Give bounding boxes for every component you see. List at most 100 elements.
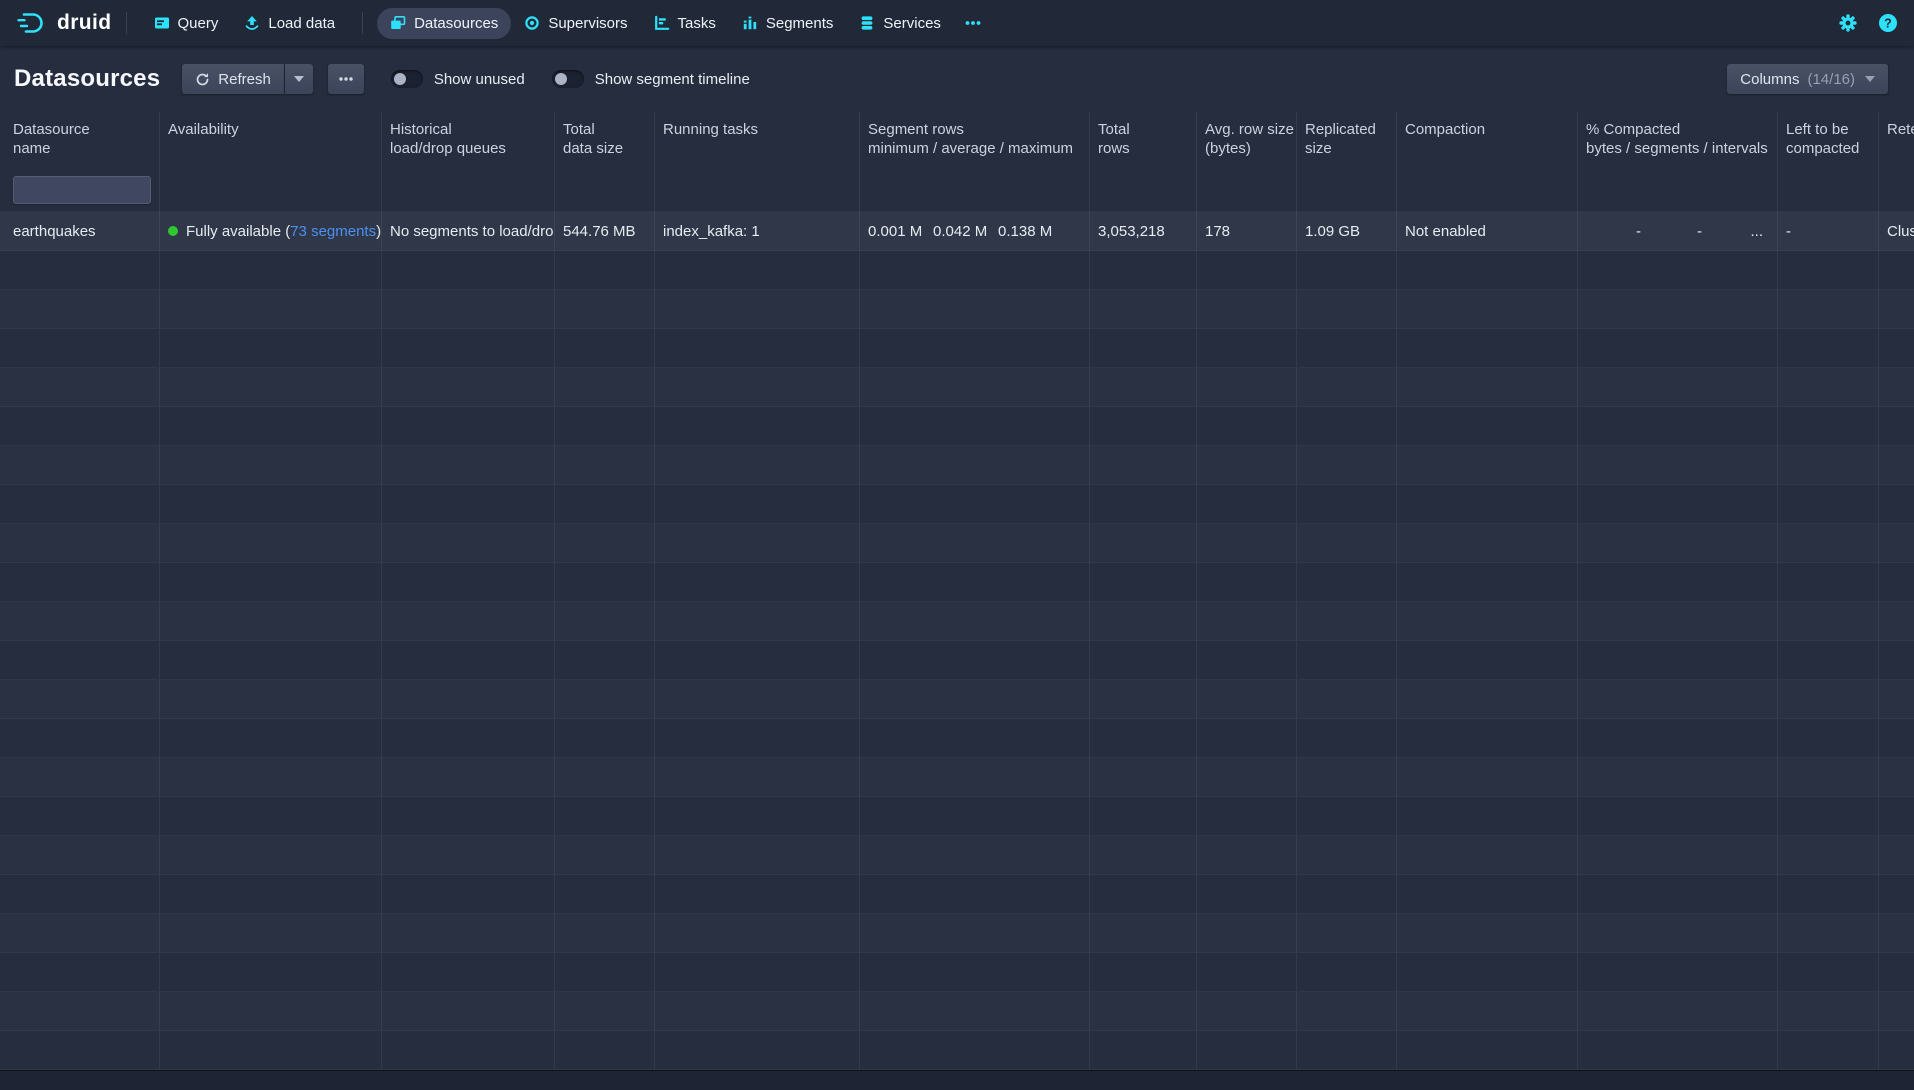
column-header-compacted-bytes-segments-intervals[interactable]: % Compactedbytes / segments / intervals (1578, 112, 1778, 168)
segments-link[interactable]: 73 segments (290, 223, 376, 240)
empty-cell (160, 446, 382, 484)
cell-total-data-size: 544.76 MB (555, 212, 655, 250)
cell-load-drop-queues: No segments to load/drop (382, 212, 555, 250)
empty-cell (555, 368, 655, 406)
refresh-button-group: Refresh (182, 64, 313, 94)
empty-cell (1578, 680, 1778, 718)
nav-item-query[interactable]: Query (141, 8, 232, 39)
nav-item-label: Segments (766, 15, 834, 32)
empty-cell (1778, 251, 1879, 289)
empty-cell (1879, 914, 1914, 952)
column-header-segment-rows-minimum-average-maximum[interactable]: Segment rowsminimum / average / maximum (860, 112, 1090, 168)
availability-status-icon (168, 226, 178, 236)
column-header-avg-row-size-bytes[interactable]: Avg. row size(bytes) (1197, 112, 1297, 168)
columns-dropdown-button[interactable]: Columns (14/16) (1727, 64, 1888, 94)
column-header-total-data-size[interactable]: Totaldata size (555, 112, 655, 168)
empty-cell (1197, 368, 1297, 406)
nav-item-supervisors[interactable]: Supervisors (511, 8, 640, 39)
empty-cell (1090, 719, 1197, 757)
empty-cell (1397, 329, 1578, 367)
empty-cell (1578, 563, 1778, 601)
empty-table-row (0, 641, 1914, 680)
column-header-total-rows[interactable]: Totalrows (1090, 112, 1197, 168)
nav-item-tasks[interactable]: Tasks (641, 8, 729, 39)
empty-cell (1297, 953, 1397, 991)
empty-cell (860, 329, 1090, 367)
column-header-left-to-be-compacted[interactable]: Left to becompacted (1778, 112, 1879, 168)
empty-cell (0, 563, 160, 601)
column-header-replicated-size[interactable]: Replicatedsize (1297, 112, 1397, 168)
nav-item-load-data[interactable]: Load data (231, 8, 348, 39)
help-button[interactable]: ? (1878, 13, 1898, 33)
empty-cell (1578, 641, 1778, 679)
column-header-running-tasks[interactable]: Running tasks (655, 112, 860, 168)
empty-cell (555, 641, 655, 679)
top-navigation: druid Query Load data Datasources (0, 0, 1914, 46)
empty-cell (1297, 641, 1397, 679)
nav-item-segments[interactable]: Segments (729, 8, 847, 39)
filter-cell-total-rows (1090, 168, 1197, 212)
empty-cell (860, 1031, 1090, 1069)
more-horizontal-icon (964, 15, 982, 31)
view-toolbar: Datasources Refresh Show unused Show s (0, 46, 1914, 112)
empty-cell (382, 953, 555, 991)
empty-cell (655, 602, 860, 640)
empty-cell (1197, 641, 1297, 679)
empty-cell (1197, 329, 1297, 367)
empty-table-row (0, 875, 1914, 914)
empty-cell (0, 446, 160, 484)
empty-cell (160, 875, 382, 913)
empty-cell (860, 368, 1090, 406)
show-segment-timeline-toggle[interactable]: Show segment timeline (552, 70, 750, 88)
more-actions-button[interactable] (328, 64, 364, 94)
table-row-earthquakes[interactable]: earthquakes Fully available (73 segments… (0, 212, 1914, 251)
filter-cell-avg-row-size-bytes (1197, 168, 1297, 212)
empty-cell (1090, 875, 1197, 913)
show-unused-toggle[interactable]: Show unused (391, 70, 525, 88)
nav-item-services[interactable]: Services (846, 8, 954, 39)
nav-more-button[interactable] (954, 8, 992, 38)
cell-availability: Fully available (73 segments) (160, 212, 382, 250)
settings-button[interactable] (1838, 13, 1858, 33)
empty-cell (1297, 914, 1397, 952)
empty-cell (1297, 446, 1397, 484)
refresh-button[interactable]: Refresh (182, 64, 284, 94)
empty-cell (860, 290, 1090, 328)
datasource-filter-input[interactable] (13, 176, 151, 204)
datasources-icon (390, 15, 406, 31)
column-header-availability[interactable]: Availability (160, 112, 382, 168)
druid-logo[interactable]: druid (16, 10, 112, 36)
empty-cell (1778, 797, 1879, 835)
column-header-retention[interactable]: Retention (1879, 112, 1914, 168)
empty-cell (1297, 1031, 1397, 1069)
empty-cell (860, 914, 1090, 952)
refresh-interval-dropdown[interactable] (285, 64, 313, 94)
column-header-datasource-name[interactable]: Datasourcename (0, 112, 160, 168)
empty-cell (1297, 563, 1397, 601)
empty-cell (1578, 368, 1778, 406)
columns-label: Columns (1740, 71, 1799, 88)
column-header-historical-load-drop-queues[interactable]: Historicalload/drop queues (382, 112, 555, 168)
empty-cell (160, 953, 382, 991)
empty-cell (860, 680, 1090, 718)
empty-cell (1090, 953, 1197, 991)
empty-cell (382, 992, 555, 1030)
database-icon (859, 15, 875, 31)
column-header-compaction[interactable]: Compaction (1397, 112, 1578, 168)
nav-item-datasources[interactable]: Datasources (377, 8, 511, 39)
cell-left-to-be-compacted: - (1778, 212, 1879, 250)
empty-table-row (0, 485, 1914, 524)
empty-cell (1197, 875, 1297, 913)
empty-cell (1397, 1031, 1578, 1069)
empty-cell (555, 719, 655, 757)
empty-cell (1879, 485, 1914, 523)
chevron-down-icon (294, 76, 304, 82)
empty-cell (1197, 797, 1297, 835)
empty-cell (1197, 524, 1297, 562)
empty-cell (555, 680, 655, 718)
nav-right-actions: ? (1838, 13, 1898, 33)
filter-cell-segment-rows-minimum-average-maximum (860, 168, 1090, 212)
empty-cell (555, 914, 655, 952)
cell-datasource-name[interactable]: earthquakes (0, 212, 160, 250)
empty-cell (382, 641, 555, 679)
